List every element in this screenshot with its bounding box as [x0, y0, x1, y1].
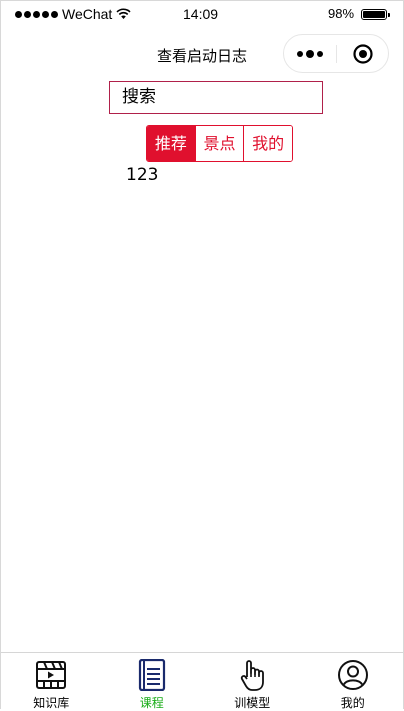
battery-percentage: 98% [328, 6, 355, 21]
book-icon [136, 658, 168, 692]
hand-pointer-icon [236, 659, 268, 691]
category-tabs: 推荐 景点 我的 [146, 125, 293, 162]
user-circle-icon [337, 659, 369, 691]
battery-icon [361, 9, 390, 20]
tabbar-item-courses[interactable]: 课程 [102, 653, 203, 710]
target-circle-icon[interactable] [353, 44, 373, 68]
capsule-divider [336, 45, 337, 63]
tabbar-item-train-model[interactable]: 训模型 [202, 653, 303, 710]
phone-frame: WeChat 14:09 98% 查看启动日志 搜索 推荐 景点 我的 123 … [0, 0, 404, 710]
tab-attractions[interactable]: 景点 [194, 126, 244, 161]
clock-time: 14:09 [183, 6, 219, 22]
film-clapper-icon [35, 659, 67, 691]
carrier-label: WeChat [62, 6, 113, 22]
tab-recommend[interactable]: 推荐 [147, 126, 195, 161]
tabbar-label: 知识库 [33, 696, 70, 710]
status-bar: WeChat 14:09 98% [1, 1, 403, 29]
bottom-tab-bar: 知识库 课程 训模型 我的 [1, 652, 404, 710]
mini-program-capsule [283, 34, 389, 73]
tabbar-label: 课程 [139, 696, 164, 710]
wifi-icon [116, 8, 131, 24]
search-input[interactable]: 搜索 [109, 81, 323, 114]
tabbar-label: 我的 [340, 696, 365, 710]
more-dots-icon[interactable] [297, 50, 323, 58]
tab-mine[interactable]: 我的 [243, 126, 292, 161]
tabbar-label: 训模型 [234, 696, 271, 710]
signal-strength-icon [15, 11, 58, 18]
content-text: 123 [126, 165, 159, 185]
tabbar-item-knowledge[interactable]: 知识库 [1, 653, 102, 710]
tabbar-item-mine[interactable]: 我的 [303, 653, 404, 710]
